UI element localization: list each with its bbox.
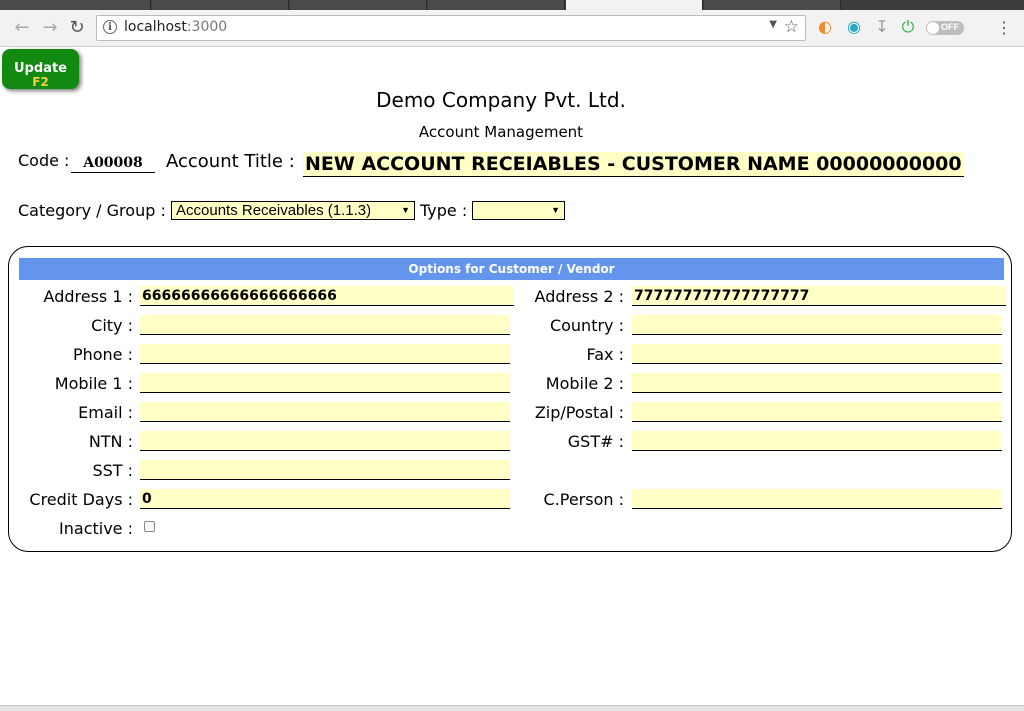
browser-menu-icon[interactable]: ⋮ [996,18,1012,37]
address2-label: Address 2 : [534,287,624,306]
panel-header: Options for Customer / Vendor [19,258,1004,280]
phone-label: Phone : [72,345,133,364]
email-input[interactable] [140,402,510,422]
inactive-label: Inactive : [59,519,133,538]
browser-tab[interactable] [152,0,289,10]
company-name: Demo Company Pvt. Ltd. [376,88,626,112]
bottom-bar [0,705,1024,711]
zip-postal-input[interactable] [632,402,1002,422]
browser-toolbar: ← → ↻ i localhost:3000 ▼ ☆ ◐ ◉ ↧ ⏻ OFF ⋮ [0,10,1024,47]
sst-input[interactable] [140,460,510,480]
back-arrow-icon[interactable]: ← [12,18,32,38]
sst-label: SST : [92,461,133,480]
mobile2-label: Mobile 2 : [545,374,624,393]
dropdown-arrow-icon: ▼ [551,205,560,215]
toggle-label: OFF [941,22,959,32]
code-value: A00008 [71,154,155,173]
address1-label: Address 1 : [43,287,133,306]
chevron-down-icon[interactable]: ▼ [769,19,777,30]
category-selected-value: Accounts Receivables (1.1.3) [176,202,372,219]
zip-postal-label: Zip/Postal : [534,403,624,422]
email-label: Email : [78,403,133,422]
update-button[interactable]: Update F2 [2,49,79,89]
browser-tab[interactable] [0,0,151,10]
download-tray-icon[interactable]: ↧ [872,17,892,37]
reload-icon[interactable]: ↻ [67,18,87,38]
fax-label: Fax : [586,345,624,364]
mobile2-input[interactable] [632,373,1002,393]
power-download-icon[interactable]: ⏻ [898,17,918,37]
country-label: Country : [549,316,624,335]
fax-input[interactable] [632,344,1002,364]
headphones-icon[interactable]: ◉ [844,17,864,37]
credit-days-input[interactable]: 0 [140,489,510,509]
update-hotkey-label: F2 [32,75,49,89]
category-label: Category / Group : [18,201,166,220]
account-title-label: Account Title : [166,151,295,172]
site-info-icon[interactable]: i [103,20,117,34]
forward-arrow-icon[interactable]: → [40,18,60,38]
phone-input[interactable] [140,344,510,364]
gst-label: GST# : [567,432,624,451]
bookmark-star-icon[interactable]: ☆ [784,17,799,37]
mobile1-label: Mobile 1 : [54,374,133,393]
address-bar-url[interactable]: localhost:3000 [124,19,227,35]
city-input[interactable] [140,315,510,335]
address2-input[interactable]: 777777777777777777 [632,286,1006,306]
page-subtitle: Account Management [418,123,584,141]
code-label: Code : [18,151,70,170]
browser-tab[interactable] [428,0,565,10]
address1-input[interactable]: 66666666666666666666 [140,286,514,306]
city-label: City : [91,316,133,335]
browser-tab[interactable] [290,0,427,10]
type-label: Type : [420,201,468,220]
browser-tab-strip [0,0,1024,10]
extension-toggle[interactable]: OFF [926,21,964,35]
contact-person-input[interactable] [632,489,1002,509]
country-input[interactable] [632,315,1002,335]
ntn-input[interactable] [140,431,510,451]
extension-c-icon[interactable]: ◐ [815,17,835,37]
mobile1-input[interactable] [140,373,510,393]
ntn-label: NTN : [88,432,133,451]
address-bar[interactable]: i localhost:3000 ▼ ☆ [96,15,806,41]
toggle-knob [927,22,939,34]
browser-tab[interactable] [704,0,841,10]
credit-days-label: Credit Days : [29,490,133,509]
category-select[interactable]: Accounts Receivables (1.1.3) ▼ [171,201,415,220]
browser-tab-active[interactable] [566,0,703,10]
inactive-checkbox[interactable] [144,521,155,532]
account-title-input[interactable]: NEW ACCOUNT RECEIABLES - CUSTOMER NAME 0… [303,152,964,177]
dropdown-arrow-icon: ▼ [401,205,410,215]
contact-person-label: C.Person : [543,490,625,509]
gst-input[interactable] [632,431,1002,451]
type-select[interactable]: ▼ [472,201,565,220]
update-button-label: Update [14,61,67,76]
